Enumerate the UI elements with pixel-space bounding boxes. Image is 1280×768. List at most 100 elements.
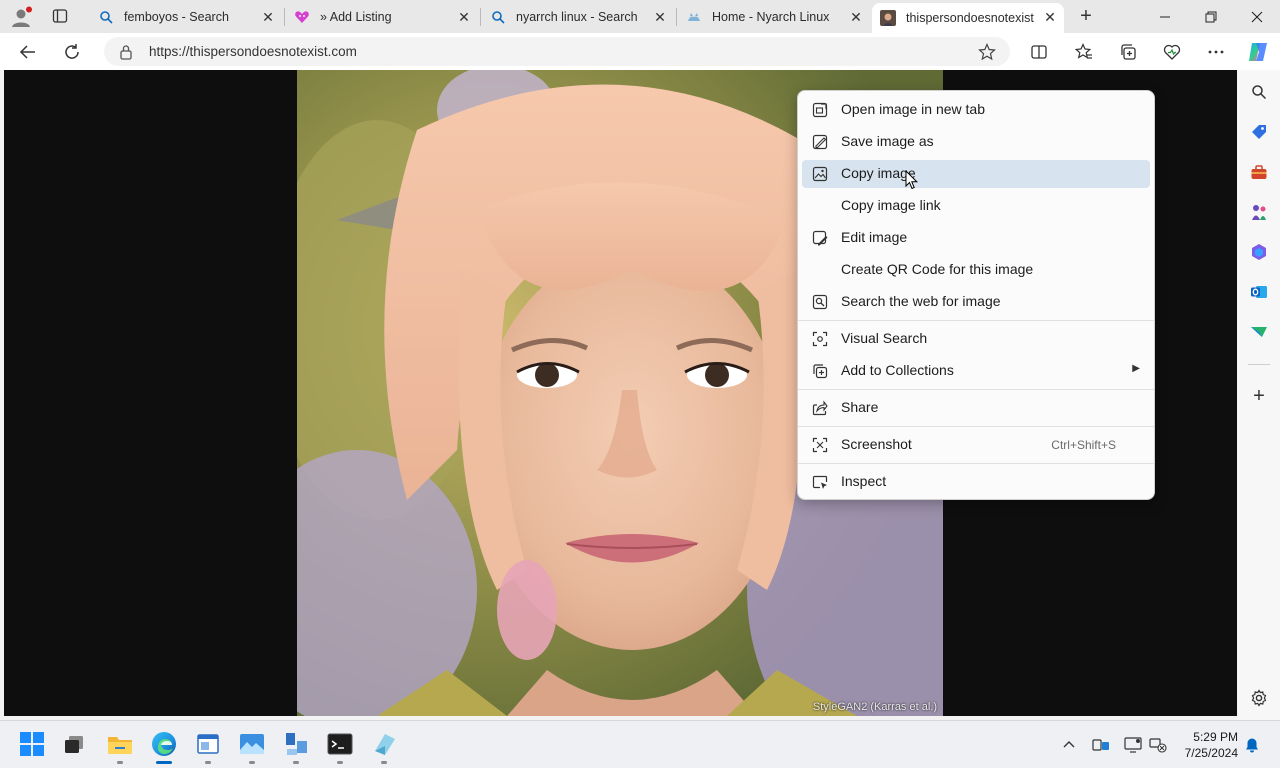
copy-image-icon <box>812 166 828 182</box>
terminal-icon[interactable] <box>326 730 354 758</box>
edit-image-icon <box>812 230 828 246</box>
minimize-button[interactable] <box>1142 0 1188 33</box>
split-screen-icon[interactable] <box>1024 37 1054 67</box>
restore-button[interactable] <box>1188 0 1234 33</box>
notification-bell-icon[interactable] <box>1243 736 1261 754</box>
paint-app-icon[interactable] <box>370 730 398 758</box>
games-icon[interactable] <box>1249 202 1269 222</box>
start-button[interactable] <box>18 730 46 758</box>
menu-separator <box>798 463 1154 464</box>
address-bar[interactable]: https://thispersondoesnotexist.com <box>104 37 1010 66</box>
active-app-indicator <box>156 761 172 764</box>
running-indicator <box>381 761 387 764</box>
drop-icon[interactable] <box>1249 322 1269 342</box>
tab-thispersondoesnotexist[interactable]: thispersondoesnotexist.c ✕ <box>872 3 1064 33</box>
person-thumbnail-icon <box>880 10 896 26</box>
lock-icon[interactable] <box>119 44 133 60</box>
close-tab-icon[interactable]: ✕ <box>260 9 276 25</box>
taskbar: 5:29 PM 7/25/2024 <box>0 720 1280 768</box>
microsoft-365-icon[interactable] <box>1249 242 1269 262</box>
menu-separator <box>798 426 1154 427</box>
tab-femboyos-search[interactable]: femboyos - Search ✕ <box>90 3 282 31</box>
menu-item-edit-image[interactable]: Edit image <box>802 224 1150 252</box>
display-icon[interactable] <box>1124 736 1142 754</box>
task-view-icon[interactable] <box>60 730 88 758</box>
favorite-star-icon[interactable] <box>978 43 996 61</box>
show-hidden-icons-chevron-icon[interactable] <box>1060 736 1078 754</box>
profile-icon[interactable] <box>10 6 32 28</box>
copilot-icon[interactable] <box>1243 37 1273 67</box>
bluetooth-devices-icon[interactable] <box>1092 736 1110 754</box>
menu-item-open-image-new-tab[interactable]: Open image in new tab <box>802 96 1150 124</box>
photos-app-icon[interactable] <box>238 730 266 758</box>
menu-item-search-web-for-image[interactable]: Search the web for image <box>802 288 1150 316</box>
menu-item-inspect[interactable]: Inspect <box>802 468 1150 496</box>
sidebar-settings-icon[interactable] <box>1249 688 1269 708</box>
menu-item-save-image-as[interactable]: Save image as <box>802 128 1150 156</box>
browser-essentials-icon[interactable] <box>1157 37 1187 67</box>
inspect-icon <box>812 474 828 490</box>
close-tab-icon[interactable]: ✕ <box>456 9 472 25</box>
settings-more-icon[interactable] <box>1201 37 1231 67</box>
menu-item-label: Open image in new tab <box>841 101 985 117</box>
network-status-icon[interactable] <box>1149 736 1167 754</box>
search-image-icon <box>812 294 828 310</box>
open-new-tab-icon <box>812 102 828 118</box>
new-tab-button[interactable]: + <box>1074 5 1098 27</box>
tab-title: thispersondoesnotexist.c <box>906 11 1034 25</box>
outlook-icon[interactable] <box>1249 282 1269 302</box>
refresh-button[interactable] <box>57 37 87 67</box>
menu-item-add-to-collections[interactable]: Add to Collections ▶ <box>802 357 1150 385</box>
shopping-tag-icon[interactable] <box>1249 122 1269 142</box>
image-credit: StyleGAN2 (Karras et al.) <box>812 701 937 713</box>
share-icon <box>812 400 828 416</box>
close-tab-icon[interactable]: ✕ <box>1042 9 1058 25</box>
heart-logo-icon <box>294 9 310 25</box>
file-explorer-icon[interactable] <box>106 730 134 758</box>
close-tab-icon[interactable]: ✕ <box>652 9 668 25</box>
menu-item-copy-image[interactable]: Copy image <box>802 160 1150 188</box>
add-sidebar-app-icon[interactable]: + <box>1249 385 1269 407</box>
menu-separator <box>798 389 1154 390</box>
menu-item-label: Inspect <box>841 473 887 489</box>
sidebar-divider <box>1248 364 1270 365</box>
tab-title: Home - Nyarch Linux <box>712 10 830 24</box>
menu-item-label: Edit image <box>841 229 908 245</box>
image-context-menu: Open image in new tab Save image as Copy… <box>797 90 1155 500</box>
screenshot-icon <box>812 437 828 453</box>
tab-divider <box>284 8 285 26</box>
collections-icon[interactable] <box>1113 37 1143 67</box>
menu-item-screenshot[interactable]: Screenshot Ctrl+Shift+S <box>802 431 1150 459</box>
running-indicator <box>117 761 123 764</box>
system-clock[interactable]: 5:29 PM 7/25/2024 <box>1176 729 1238 761</box>
submenu-arrow-icon: ▶ <box>1132 363 1140 374</box>
menu-item-label: Share <box>841 399 879 415</box>
favorites-icon[interactable] <box>1069 37 1099 67</box>
tab-add-listing[interactable]: » Add Listing ✕ <box>286 3 478 31</box>
search-icon <box>98 9 114 25</box>
edge-browser-icon[interactable] <box>150 730 178 758</box>
tab-bar: femboyos - Search ✕ » Add Listing ✕ nyar… <box>0 0 1280 33</box>
running-indicator <box>337 761 343 764</box>
menu-item-copy-image-link[interactable]: Copy image link <box>802 192 1150 220</box>
tab-home-nyarch-linux[interactable]: Home - Nyarch Linux ✕ <box>678 3 870 31</box>
clock-time: 5:29 PM <box>1193 730 1238 744</box>
tab-nyarrch-linux-search[interactable]: nyarrch linux - Search ✕ <box>482 3 674 31</box>
close-window-button[interactable] <box>1234 0 1280 33</box>
network-app-icon[interactable] <box>282 730 310 758</box>
search-icon[interactable] <box>1249 82 1269 102</box>
tools-icon[interactable] <box>1249 162 1269 182</box>
running-indicator <box>293 761 299 764</box>
tab-actions-icon[interactable] <box>52 8 68 24</box>
url-text: https://thispersondoesnotexist.com <box>149 44 357 59</box>
menu-item-label: Search the web for image <box>841 293 1001 309</box>
close-tab-icon[interactable]: ✕ <box>848 9 864 25</box>
back-button[interactable] <box>13 37 43 67</box>
notepad-window-icon[interactable] <box>194 730 222 758</box>
running-indicator <box>249 761 255 764</box>
shortcut-hint: Ctrl+Shift+S <box>1051 438 1116 452</box>
menu-item-share[interactable]: Share <box>802 394 1150 422</box>
menu-item-create-qr-code[interactable]: Create QR Code for this image <box>802 256 1150 284</box>
menu-item-visual-search[interactable]: Visual Search <box>802 325 1150 353</box>
save-image-icon <box>812 134 828 150</box>
